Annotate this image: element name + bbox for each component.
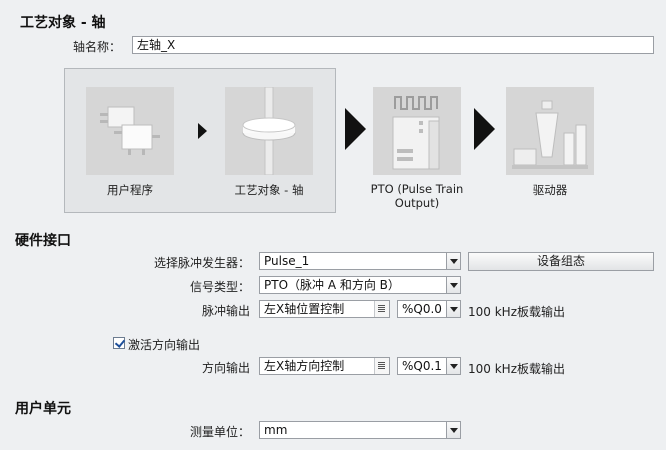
pto-label-line2: Output) [394, 196, 440, 210]
user-program-label: 用户程序 [107, 183, 153, 197]
pulse-output-tag-value: 左X轴位置控制 [264, 302, 345, 316]
browse-list-icon[interactable] [374, 301, 389, 317]
pulse-output-tag-field[interactable]: 左X轴位置控制 [259, 300, 390, 318]
flow-arrow-icon [198, 123, 207, 139]
dropdown-arrow-icon[interactable] [446, 358, 460, 374]
drive-icon [506, 87, 594, 175]
checkmark-icon [114, 337, 126, 348]
pulse-generator-select[interactable]: Pulse_1 [259, 252, 461, 270]
direction-output-address-value: %Q0.1 [402, 359, 442, 373]
tech-object-axis-tile[interactable] [225, 87, 313, 175]
user-program-icon [86, 87, 174, 175]
pto-tile[interactable] [373, 87, 461, 175]
dropdown-arrow-icon[interactable] [446, 277, 460, 293]
user-program-tile[interactable] [86, 87, 174, 175]
browse-list-icon[interactable] [374, 358, 389, 374]
direction-output-tag-value: 左X轴方向控制 [264, 359, 345, 373]
pto-label-line1: PTO (Pulse Train [370, 182, 464, 196]
drive-tile[interactable] [506, 87, 594, 175]
dropdown-arrow-icon[interactable] [446, 301, 460, 317]
pto-pulse-icon [373, 87, 461, 175]
pulse-output-address-select[interactable]: %Q0.0 [397, 300, 461, 318]
measurement-unit-value: mm [264, 423, 288, 437]
direction-output-label: 方向输出 [201, 361, 250, 375]
direction-output-info: 100 kHz板载输出 [468, 362, 565, 376]
axis-name-label: 轴名称： [73, 40, 122, 54]
axis-icon [225, 87, 313, 175]
pulse-generator-label: 选择脉冲发生器： [153, 256, 250, 270]
pulse-output-label: 脉冲输出 [201, 304, 250, 318]
tech-object-axis-label: 工艺对象 - 轴 [234, 183, 304, 197]
device-config-button[interactable]: 设备组态 [468, 252, 654, 271]
tech-object-title: 工艺对象 - 轴 [20, 15, 106, 31]
direction-output-address-select[interactable]: %Q0.1 [397, 357, 461, 375]
user-unit-title: 用户单元 [15, 401, 71, 417]
pulse-output-info: 100 kHz板载输出 [468, 305, 565, 319]
flow-arrow-icon [345, 108, 366, 150]
signal-type-value: PTO（脉冲 A 和方向 B） [264, 278, 400, 292]
hardware-interface-title: 硬件接口 [15, 233, 71, 249]
drive-label: 驱动器 [532, 183, 568, 197]
measurement-unit-select[interactable]: mm [259, 421, 461, 439]
flow-arrow-icon [474, 108, 495, 150]
signal-type-label: 信号类型： [189, 280, 250, 294]
dropdown-arrow-icon[interactable] [446, 422, 460, 438]
direction-output-tag-field[interactable]: 左X轴方向控制 [259, 357, 390, 375]
dropdown-arrow-icon[interactable] [446, 253, 460, 269]
enable-direction-label[interactable]: 激活方向输出 [128, 336, 200, 353]
axis-name-field[interactable]: 左轴_X [132, 36, 654, 54]
pulse-output-address-value: %Q0.0 [402, 302, 442, 316]
measurement-unit-label: 测量单位： [189, 425, 250, 439]
signal-type-select[interactable]: PTO（脉冲 A 和方向 B） [259, 276, 461, 294]
pulse-generator-value: Pulse_1 [264, 254, 310, 268]
enable-direction-checkbox[interactable] [113, 337, 126, 349]
